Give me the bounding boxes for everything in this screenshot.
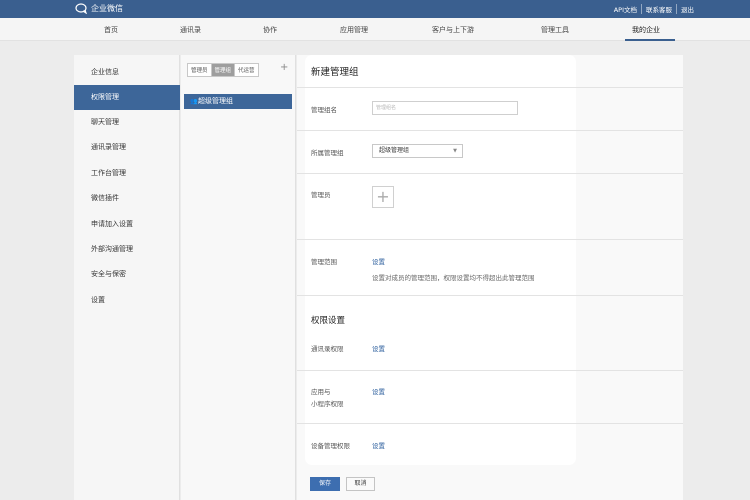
chevron-down-icon: ▼ [453,148,457,154]
divider [305,370,576,371]
sidebar-item-join-settings[interactable]: 申请加入设置 [74,212,180,237]
permission-settings-title: 权限设置 [311,316,346,326]
group-name-input[interactable] [372,101,518,115]
top-bar: 企业微信 API文档 联系客服 退出 [0,0,750,18]
divider [305,423,576,424]
group-item-label: 超级管理组 [198,97,233,105]
admins-label: 管理员 [311,191,331,199]
divider [305,295,576,296]
role-tabs: 管理员 管理组 代运营 [187,63,259,77]
app-logo[interactable]: 企业微信 [75,3,123,14]
save-button[interactable]: 保存 [310,477,340,491]
nav-home[interactable]: 首页 [104,25,118,35]
app-permission-link[interactable]: 设置 [372,386,385,396]
api-docs-link[interactable]: API文档 [610,4,641,14]
sidebar-item-security[interactable]: 安全与保密 [74,262,180,287]
sidebar-item-workbench[interactable]: 工作台管理 [74,161,180,186]
add-group-button[interactable]: + [280,62,288,73]
new-admin-group-dialog: 新建管理组 管理组名 所属管理组 超级管理组 ▼ 管理员 + 管理范围 设置 设… [305,55,576,465]
contacts-permission-label: 通讯录权限 [311,345,344,353]
nav-management-tools[interactable]: 管理工具 [541,25,569,35]
nav-my-enterprise[interactable]: 我的企业 [632,25,660,35]
tab-admin-groups[interactable]: 管理组 [210,64,235,76]
sidebar-item-contacts[interactable]: 通讯录管理 [74,135,180,160]
logout-link[interactable]: 退出 [676,4,698,14]
top-links: API文档 联系客服 退出 [610,4,698,14]
cancel-button[interactable]: 取消 [346,477,375,491]
nav-active-indicator [625,39,675,41]
tab-operators[interactable]: 代运营 [234,64,258,76]
nav-collaboration[interactable]: 协作 [263,25,277,35]
tab-admins[interactable]: 管理员 [188,64,211,76]
nav-contacts[interactable]: 通讯录 [180,25,201,35]
group-icon: 👥 [190,98,198,105]
main-nav: 首页 通讯录 协作 应用管理 客户与上下游 管理工具 我的企业 [0,18,750,41]
scope-description: 设置对成员的管理范围，权限设置均不得超出此管理范围 [372,274,535,282]
sidebar-item-enterprise-info[interactable]: 企业信息 [74,60,180,85]
contact-support-link[interactable]: 联系客服 [641,4,676,14]
group-name-label: 管理组名 [311,106,337,114]
add-admin-button[interactable]: + [372,186,394,208]
dialog-title: 新建管理组 [311,67,359,78]
sidebar-item-external-comm[interactable]: 外部沟通管理 [74,237,180,262]
scope-settings-link[interactable]: 设置 [372,256,385,266]
contacts-permission-link[interactable]: 设置 [372,343,385,353]
wecom-logo-icon [75,3,88,14]
sidebar-item-settings[interactable]: 设置 [74,288,180,313]
device-permission-link[interactable]: 设置 [372,440,385,450]
parent-group-value: 超级管理组 [379,147,410,154]
scope-label: 管理范围 [311,258,337,266]
divider [305,130,576,131]
device-permission-label: 设备管理权限 [311,442,350,450]
divider [305,87,576,88]
sidebar-item-wechat-plugin[interactable]: 微信插件 [74,186,180,211]
parent-group-select[interactable]: 超级管理组 ▼ [372,144,463,158]
parent-group-label: 所属管理组 [311,149,344,157]
divider [305,239,576,240]
nav-app-management[interactable]: 应用管理 [340,25,368,35]
app-permission-label-line2: 小程序权限 [311,400,344,408]
app-permission-label-line1: 应用与 [311,388,331,396]
role-column: 管理员 管理组 代运营 + 👥 超级管理组 [181,55,296,500]
divider [305,173,576,174]
sidebar-item-chat[interactable]: 聊天管理 [74,110,180,135]
group-item-super[interactable]: 👥 超级管理组 [184,94,292,109]
sidebar-item-permissions[interactable]: 权限管理 [74,85,180,110]
app-name: 企业微信 [91,4,123,13]
nav-customers[interactable]: 客户与上下游 [432,25,474,35]
settings-sidebar: 企业信息 权限管理 聊天管理 通讯录管理 工作台管理 微信插件 申请加入设置 外… [74,55,180,500]
